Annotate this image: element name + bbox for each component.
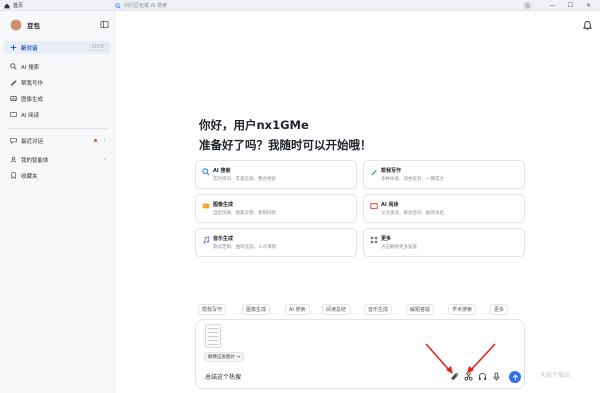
bell-icon[interactable] bbox=[583, 20, 592, 30]
card-subtitle: 多种体裁、润色校对、一键成文 bbox=[381, 177, 444, 182]
sidebar-item-label: AI 阅读 bbox=[21, 112, 40, 119]
sidebar-item-writing[interactable]: 帮我写作 bbox=[4, 76, 111, 89]
chip-label: 学术搜索 bbox=[452, 307, 473, 313]
sidebar-item-label: 我的智能体 bbox=[21, 157, 49, 164]
brand[interactable]: 豆包 bbox=[10, 19, 40, 31]
card-title: 帮我写作 bbox=[381, 168, 402, 174]
sidebar-item-image-gen[interactable]: 图像生成 bbox=[4, 92, 111, 105]
chip-label: 图像生成 bbox=[246, 307, 267, 313]
agent-icon bbox=[9, 156, 17, 164]
chip-image-gen[interactable]: 图像生成 bbox=[242, 304, 271, 315]
restore-button[interactable]: ☐ bbox=[566, 1, 575, 10]
close-button[interactable]: ✕ bbox=[584, 1, 593, 10]
card-title: AI 阅读 bbox=[381, 202, 399, 208]
greeting-line-1: 你好，用户nx1GMe bbox=[199, 118, 309, 132]
chevron-right-icon: › bbox=[103, 137, 106, 144]
sidebar-item-recent[interactable]: 最近对话 › bbox=[4, 134, 111, 147]
brand-avatar bbox=[10, 19, 22, 31]
search-icon bbox=[115, 2, 121, 9]
chip-writing[interactable]: 帮我写作 bbox=[198, 304, 227, 315]
user-avatar[interactable]: 豆 bbox=[523, 2, 532, 9]
chip-label: 更多 bbox=[494, 307, 505, 313]
chip-problem-solving[interactable]: 解题答疑 bbox=[406, 304, 435, 315]
chip-academic-search[interactable]: 学术搜索 bbox=[448, 304, 477, 315]
search-icon bbox=[202, 168, 210, 176]
card-ai-search[interactable]: AI 搜索 实时资讯、丰富信源、整合搜索 bbox=[195, 160, 357, 189]
chip-reading-summary[interactable]: 阅读总结 bbox=[322, 304, 351, 315]
grid-icon bbox=[370, 236, 378, 244]
home-icon bbox=[4, 3, 10, 8]
sidebar: 豆包 新对话 Ctrl K AI 搜索 帮我写作 图像生成 AI 阅读 最近对话… bbox=[0, 11, 115, 393]
minimize-button[interactable]: — bbox=[548, 1, 557, 10]
sidebar-item-label: 收藏夹 bbox=[21, 173, 38, 180]
greeting-line-2: 准备好了吗？我随时可以开始哦！ bbox=[199, 138, 372, 152]
card-writing[interactable]: 帮我写作 多种体裁、润色校对、一键成文 bbox=[363, 160, 525, 189]
book-icon bbox=[9, 111, 17, 119]
card-image-gen[interactable]: 图像生成 自定风格、搜集灵感、复制同款 bbox=[195, 194, 357, 223]
card-subtitle: 点击解锁更多技能 bbox=[381, 245, 417, 250]
titlebar-search-placeholder: 问问豆包或 AI 搜索 bbox=[124, 3, 168, 9]
search-icon bbox=[9, 63, 17, 71]
chip-music-gen[interactable]: 音乐生成 bbox=[364, 304, 393, 315]
card-subtitle: 自定风格、搜集灵感、复制同款 bbox=[213, 211, 276, 216]
sidebar-item-label: 图像生成 bbox=[21, 96, 44, 103]
sidebar-item-agents[interactable]: 我的智能体 › bbox=[4, 153, 111, 166]
chip-more[interactable]: 更多 bbox=[490, 304, 509, 315]
chat-input-text[interactable]: 总结这个热搜 bbox=[205, 372, 241, 381]
attachment-thumbnail[interactable] bbox=[205, 324, 221, 348]
card-title: AI 搜索 bbox=[213, 168, 231, 174]
card-subtitle: 论文速读、解读合同、翻译总结 bbox=[381, 211, 444, 216]
sidebar-item-label: 帮我写作 bbox=[21, 80, 44, 87]
chip-label: 音乐生成 bbox=[368, 307, 389, 313]
greeting: 你好，用户nx1GMe 准备好了吗？我随时可以开始哦！ bbox=[199, 115, 372, 155]
card-subtitle: 实时资讯、丰富信源、整合搜索 bbox=[213, 177, 276, 182]
title-bar: 首页 问问豆包或 AI 搜索 豆 — ☐ ✕ bbox=[0, 0, 600, 11]
chip-label: 阅读总结 bbox=[326, 307, 347, 313]
home-tab-label: 首页 bbox=[13, 3, 24, 9]
pen-icon bbox=[9, 79, 17, 87]
music-icon bbox=[203, 236, 210, 244]
sidebar-item-label: 最近对话 bbox=[21, 138, 44, 145]
unread-dot bbox=[94, 139, 97, 142]
plus-icon bbox=[9, 44, 17, 52]
chat-bubble-icon bbox=[9, 137, 17, 145]
arrow-up-icon bbox=[512, 373, 518, 380]
card-title: 音乐生成 bbox=[213, 236, 234, 242]
brand-name: 豆包 bbox=[27, 22, 40, 30]
sidebar-divider bbox=[8, 128, 108, 129]
watermark: 天极下载站 bbox=[540, 372, 571, 379]
annotation-arrows bbox=[425, 343, 496, 374]
image-icon bbox=[9, 95, 17, 103]
chip-label: 帮我写作 bbox=[202, 307, 223, 313]
explain-image-button[interactable]: 解释这张图片 → bbox=[204, 352, 245, 362]
home-tab[interactable]: 首页 bbox=[4, 1, 23, 10]
image-icon bbox=[202, 203, 210, 209]
card-ai-reading[interactable]: AI 阅读 论文速读、解读合同、翻译总结 bbox=[363, 194, 525, 223]
sidebar-collapse-icon[interactable] bbox=[100, 20, 109, 29]
send-button[interactable] bbox=[509, 371, 521, 383]
sidebar-item-ai-search[interactable]: AI 搜索 bbox=[4, 60, 111, 73]
card-subtitle: 歌词定制、曲风任选、人声演唱 bbox=[213, 245, 276, 250]
pen-icon bbox=[371, 170, 377, 176]
card-title: 更多 bbox=[381, 236, 392, 242]
sidebar-item-ai-reading[interactable]: AI 阅读 bbox=[4, 108, 111, 121]
chip-ai-search[interactable]: AI 搜索 bbox=[285, 304, 310, 315]
card-more[interactable]: 更多 点击解锁更多技能 bbox=[363, 228, 525, 257]
bookmark-icon bbox=[9, 172, 17, 180]
titlebar-search[interactable]: 问问豆包或 AI 搜索 bbox=[115, 1, 515, 10]
card-title: 图像生成 bbox=[213, 202, 234, 208]
new-chat-label: 新对话 bbox=[21, 45, 38, 52]
chip-label: 解题答疑 bbox=[410, 307, 431, 313]
new-chat-shortcut: Ctrl K bbox=[88, 44, 107, 51]
sidebar-item-favorites[interactable]: 收藏夹 bbox=[4, 169, 111, 182]
chevron-right-icon: › bbox=[103, 156, 106, 163]
new-chat-button[interactable]: 新对话 Ctrl K bbox=[4, 41, 111, 54]
book-icon bbox=[370, 203, 378, 210]
chip-label: AI 搜索 bbox=[289, 307, 306, 313]
card-music-gen[interactable]: 音乐生成 歌词定制、曲风任选、人声演唱 bbox=[195, 228, 357, 257]
sidebar-item-label: AI 搜索 bbox=[21, 64, 40, 71]
